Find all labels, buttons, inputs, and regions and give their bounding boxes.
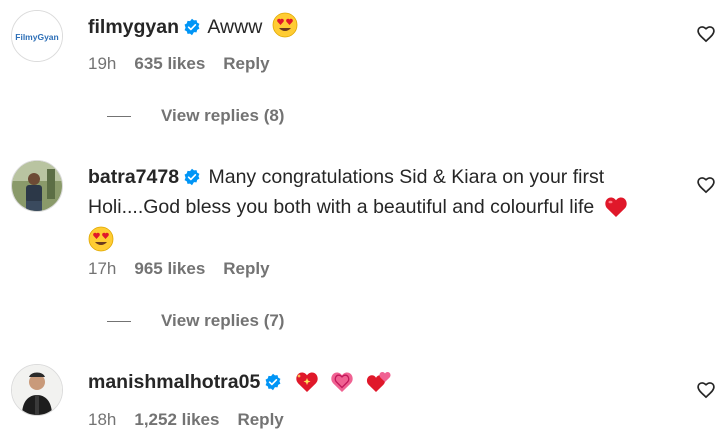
avatar[interactable] [11,364,63,416]
comment-body: manishmalhotra05 [88,369,668,401]
verified-badge-icon [264,372,282,399]
comment-meta: 18h 1,252 likes Reply [88,410,284,430]
timestamp: 18h [88,410,117,429]
username[interactable]: manishmalhotra05 [88,371,260,393]
sparkling-heart-emoji [294,371,320,401]
likes-count[interactable]: 1,252 likes [134,410,219,430]
comment-manishmalhotra05: manishmalhotra05 18h 1,252 likes Reply [0,0,726,430]
like-heart-outline-icon[interactable] [696,380,716,400]
reply-button[interactable]: Reply [237,410,283,430]
revolving-hearts-emoji [365,371,393,401]
growing-heart-emoji [329,371,355,401]
